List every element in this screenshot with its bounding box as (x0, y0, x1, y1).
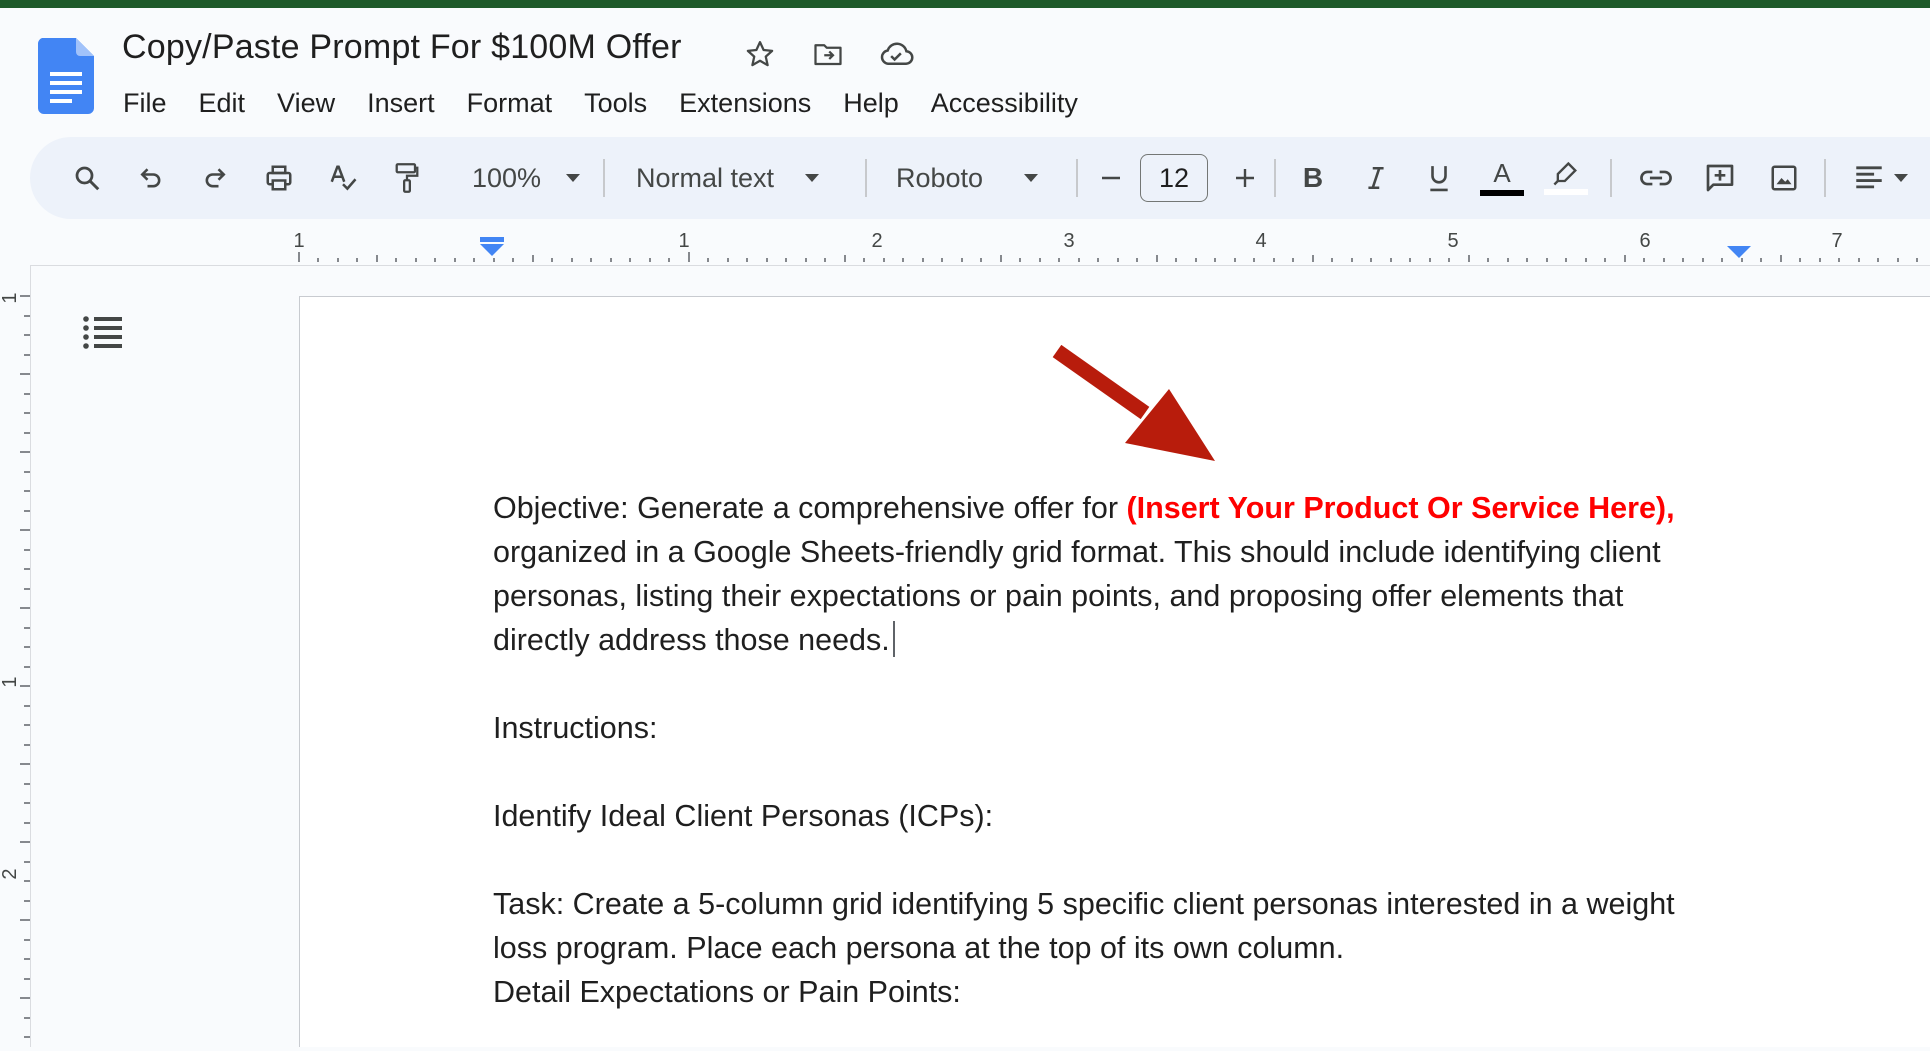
zoom-value: 100% (472, 162, 542, 193)
style-value: Normal text (636, 162, 775, 193)
red-arrow-annotation (1052, 345, 1215, 461)
paragraph-instructions: Instructions: (493, 711, 658, 745)
search-icon[interactable] (62, 137, 112, 219)
menu-help[interactable]: Help (827, 84, 915, 123)
paragraph-task: Task: Create a 5-column grid identifying… (493, 882, 1783, 970)
undo-icon[interactable] (126, 137, 176, 219)
chevron-down-icon (1894, 174, 1908, 182)
toolbar-divider (1610, 159, 1612, 197)
toolbar-divider (1274, 159, 1276, 197)
ruler-label: 1 (678, 230, 689, 252)
ruler-label: 1 (0, 292, 21, 303)
text-cursor (892, 621, 895, 657)
menu-view[interactable]: View (261, 84, 351, 123)
bold-icon[interactable]: B (1285, 137, 1341, 219)
font-size-input[interactable]: 12 (1140, 154, 1208, 202)
menu-format[interactable]: Format (451, 84, 569, 123)
menu-insert[interactable]: Insert (351, 84, 451, 123)
font-value: Roboto (896, 162, 984, 193)
highlight-icon[interactable] (1538, 137, 1594, 219)
placeholder-product-text: (Insert Your Product Or Service Here), (1126, 491, 1675, 525)
link-icon[interactable] (1628, 137, 1684, 219)
ruler-label: 6 (1639, 230, 1650, 252)
objective-line-2: organized in a Google Sheets-friendly gr… (493, 535, 1661, 569)
menu-tools[interactable]: Tools (568, 84, 663, 123)
objective-text: Objective: Generate a comprehensive offe… (493, 491, 1127, 525)
paragraph-identify-icps: Identify Ideal Client Personas (ICPs): (493, 799, 994, 833)
toolbar-divider (603, 159, 605, 197)
align-dropdown[interactable] (1836, 137, 1926, 219)
header: Copy/Paste Prompt For $100M Offer File E… (0, 8, 1930, 130)
add-comment-icon[interactable] (1692, 137, 1748, 219)
chevron-down-icon (566, 174, 581, 182)
star-icon[interactable] (740, 34, 780, 74)
ruler-label: 2 (0, 868, 21, 879)
task-line-2: loss program. Place each persona at the … (493, 931, 1345, 965)
vertical-ruler[interactable]: 1 1 2 (0, 268, 30, 1046)
document-outline-icon[interactable] (82, 314, 122, 350)
paint-format-icon[interactable] (382, 137, 432, 219)
font-dropdown[interactable]: Roboto (896, 137, 1086, 219)
toolbar-divider (865, 159, 867, 197)
horizontal-ruler[interactable]: 1 1 2 3 4 5 6 7 (0, 222, 1930, 268)
menu-edit[interactable]: Edit (183, 84, 262, 123)
underline-icon[interactable] (1411, 137, 1467, 219)
document-body[interactable]: Objective: Generate a comprehensive offe… (493, 486, 1783, 1014)
right-indent-marker[interactable] (1727, 246, 1751, 258)
menu-bar: File Edit View Insert Format Tools Exten… (107, 84, 1094, 123)
document-title[interactable]: Copy/Paste Prompt For $100M Offer (122, 28, 682, 67)
style-dropdown[interactable]: Normal text (630, 137, 870, 219)
ruler-label: 2 (871, 230, 882, 252)
menu-extensions[interactable]: Extensions (663, 84, 827, 123)
toolbar-divider (1076, 159, 1078, 197)
menu-accessibility[interactable]: Accessibility (915, 84, 1094, 123)
insert-image-icon[interactable] (1756, 137, 1812, 219)
increase-font-size-button[interactable] (1220, 137, 1270, 219)
ruler-label: 1 (293, 230, 304, 252)
paragraph-detail-expectations: Detail Expectations or Pain Points: (493, 975, 961, 1009)
zoom-dropdown[interactable]: 100% (450, 137, 600, 219)
toolbar: 100% Normal text Roboto B A (30, 137, 1930, 219)
paragraph-objective: Objective: Generate a comprehensive offe… (493, 486, 1783, 662)
decrease-font-size-button[interactable] (1086, 137, 1136, 219)
align-left-icon (1856, 166, 1882, 189)
ruler-label: 4 (1255, 230, 1266, 252)
docs-logo-icon[interactable] (38, 38, 94, 114)
spellcheck-icon[interactable] (318, 137, 368, 219)
move-folder-icon[interactable] (808, 34, 848, 74)
ruler-label: 3 (1063, 230, 1074, 252)
redo-icon[interactable] (190, 137, 240, 219)
top-accent-bar (0, 0, 1930, 8)
chevron-down-icon (805, 174, 820, 182)
cloud-saved-icon[interactable] (876, 34, 916, 74)
task-line-1: Task: Create a 5-column grid identifying… (493, 887, 1675, 921)
objective-line-4: directly address those needs. (493, 623, 890, 657)
italic-icon[interactable] (1348, 137, 1404, 219)
text-color-icon[interactable]: A (1474, 137, 1530, 219)
ruler-label: 7 (1831, 230, 1842, 252)
objective-line-3: personas, listing their expectations or … (493, 579, 1624, 613)
left-indent-marker[interactable] (480, 237, 504, 256)
chevron-down-icon (1024, 174, 1039, 182)
ruler-label: 5 (1447, 230, 1458, 252)
menu-file[interactable]: File (107, 84, 183, 123)
ruler-label: 1 (0, 676, 21, 687)
print-icon[interactable] (254, 137, 304, 219)
toolbar-divider (1824, 159, 1826, 197)
